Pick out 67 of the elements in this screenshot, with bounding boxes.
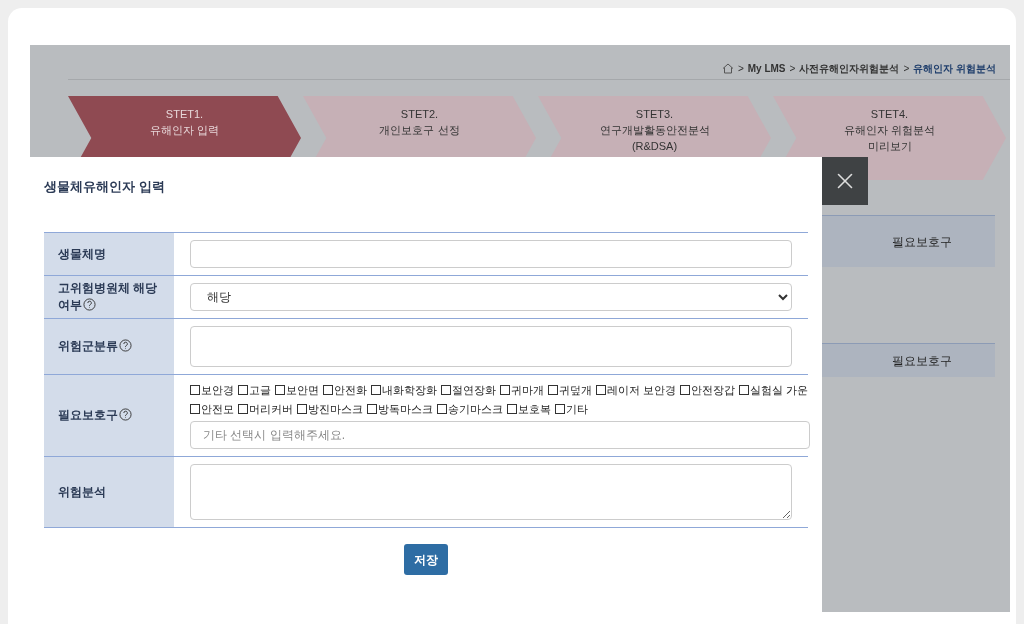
checkbox[interactable] xyxy=(238,385,248,395)
checkbox[interactable] xyxy=(323,385,333,395)
table-header-text: 필요보호구 xyxy=(892,352,952,370)
checkbox-label: 절연장화 xyxy=(452,383,496,398)
checkbox[interactable] xyxy=(555,404,565,414)
field-label: 필요보호구 xyxy=(58,407,132,424)
checkbox[interactable] xyxy=(507,404,517,414)
checkbox-label: 머리커버 xyxy=(249,402,293,417)
checkbox[interactable] xyxy=(190,404,200,414)
step-title: 미리보기 xyxy=(867,139,912,154)
breadcrumb-separator: > xyxy=(737,61,744,76)
checkbox[interactable] xyxy=(275,385,285,395)
checkbox-label: 보안면 xyxy=(286,383,319,398)
checkbox-label: 방진마스크 xyxy=(308,402,363,417)
save-button[interactable]: 저장 xyxy=(404,544,448,575)
checkbox-label: 안전장갑 xyxy=(691,383,736,398)
checkbox[interactable] xyxy=(680,385,691,395)
checkbox-label: 안전화 xyxy=(334,383,367,398)
modal-title: 생물체유해인자 입력 xyxy=(44,178,166,196)
checkbox[interactable] xyxy=(371,385,381,395)
breadcrumb-link[interactable]: My LMS xyxy=(747,60,786,76)
home-icon[interactable] xyxy=(721,62,734,74)
checkbox[interactable] xyxy=(548,385,558,395)
step-title: 유해인자 입력 xyxy=(149,123,220,138)
step-title: 유해인자 위험분석 xyxy=(843,123,936,138)
breadcrumb-separator: > xyxy=(903,61,910,76)
checkbox-label: 귀마개 xyxy=(511,383,544,398)
step-title: 연구개발활동안전분석 xyxy=(599,123,710,138)
checkbox-label: 안전모 xyxy=(201,402,234,417)
field-label: 위험분석 xyxy=(58,483,106,501)
breadcrumb-separator: > xyxy=(789,61,796,76)
checkbox[interactable] xyxy=(437,404,447,414)
checkbox-label: 실험실 가운 xyxy=(750,383,809,398)
checkbox-label: 기타 xyxy=(566,402,588,417)
step-title: (R&DSA) xyxy=(631,139,678,154)
close-button[interactable] xyxy=(822,157,868,205)
field-label: 고위험병원체 해당여부 xyxy=(58,280,159,314)
checkbox[interactable] xyxy=(500,385,510,395)
step-label: STET2. xyxy=(400,107,439,122)
step-label: STET3. xyxy=(635,107,674,122)
select-field[interactable]: 해당 xyxy=(190,283,792,311)
checkbox-label: 보호복 xyxy=(518,402,551,417)
checkbox[interactable] xyxy=(238,404,248,414)
field-label: 생물체명 xyxy=(58,245,106,263)
checkbox-label: 방독마스크 xyxy=(378,402,433,417)
breadcrumb-link[interactable]: 사전유해인자위험분석 xyxy=(799,60,900,76)
input-field[interactable]: 기타 선택시 입력해주세요. xyxy=(190,421,810,449)
checkbox[interactable] xyxy=(367,404,377,414)
checkbox-label: 레이저 보안경 xyxy=(607,383,677,398)
breadcrumb-link[interactable]: 유해인자 위험분석 xyxy=(913,60,996,76)
checkbox-label: 송기마스크 xyxy=(448,402,503,417)
text-field[interactable] xyxy=(190,240,792,268)
checkbox-label: 보안경 xyxy=(201,383,234,398)
checkbox[interactable] xyxy=(190,385,200,395)
checkbox-label: 귀덮개 xyxy=(559,383,592,398)
text-field[interactable] xyxy=(190,326,792,367)
checkbox[interactable] xyxy=(596,385,606,395)
step-label: STET4. xyxy=(870,107,909,122)
checkbox[interactable] xyxy=(441,385,451,395)
checkbox[interactable] xyxy=(297,404,307,414)
checkbox-label: 고글 xyxy=(249,383,271,398)
checkbox[interactable] xyxy=(739,385,750,395)
step-title: 개인보호구 선정 xyxy=(379,123,460,138)
table-header-text: 필요보호구 xyxy=(892,233,952,251)
field-label: 위험군분류 xyxy=(58,338,132,355)
checkbox-label: 내화학장화 xyxy=(382,383,437,398)
step-label: STET1. xyxy=(165,107,204,122)
